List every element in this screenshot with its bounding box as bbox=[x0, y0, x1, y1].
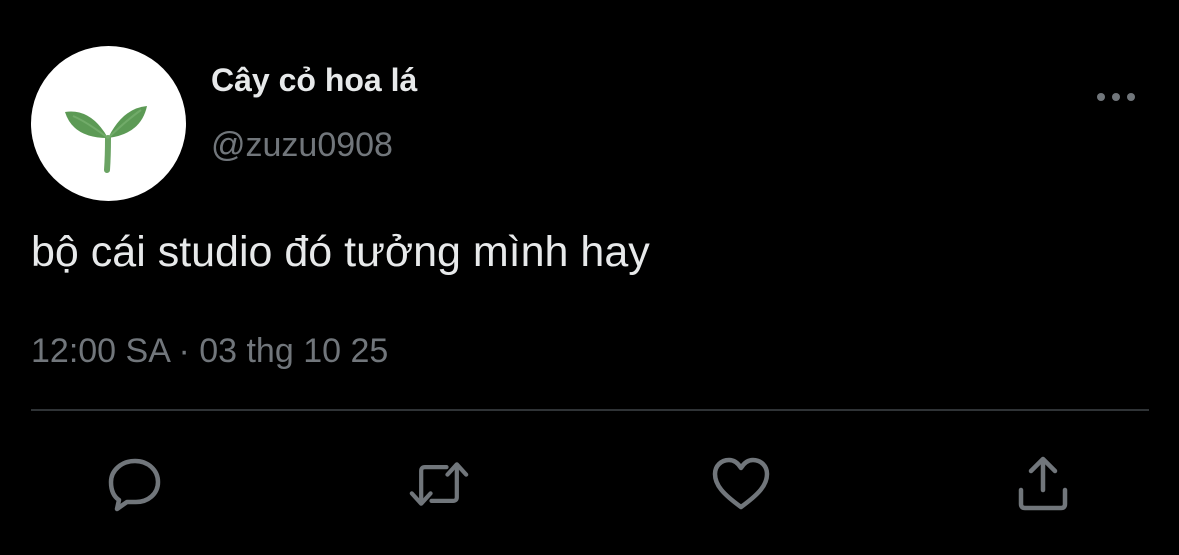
retweet-button[interactable] bbox=[409, 454, 469, 514]
more-horizontal-icon bbox=[1097, 93, 1135, 101]
retweet-icon bbox=[409, 462, 469, 506]
reply-icon bbox=[108, 458, 161, 512]
divider bbox=[31, 409, 1149, 411]
tweet-timestamp[interactable]: 12:00 SA · 03 thg 10 25 bbox=[31, 332, 388, 371]
user-handle[interactable]: @zuzu0908 bbox=[211, 126, 393, 165]
avatar[interactable] bbox=[31, 46, 186, 201]
share-button[interactable] bbox=[1013, 454, 1073, 514]
heart-icon bbox=[712, 457, 770, 510]
tweet-text: bộ cái studio đó tưởng mình hay bbox=[31, 228, 650, 276]
sprout-icon bbox=[65, 106, 147, 173]
like-button[interactable] bbox=[711, 454, 771, 514]
share-icon bbox=[1018, 456, 1068, 511]
tweet-card: Cây cỏ hoa lá @zuzu0908 bộ cái studio đó… bbox=[0, 0, 1179, 555]
more-options-button[interactable] bbox=[1094, 86, 1138, 108]
reply-button[interactable] bbox=[105, 454, 165, 514]
display-name[interactable]: Cây cỏ hoa lá bbox=[211, 62, 417, 99]
